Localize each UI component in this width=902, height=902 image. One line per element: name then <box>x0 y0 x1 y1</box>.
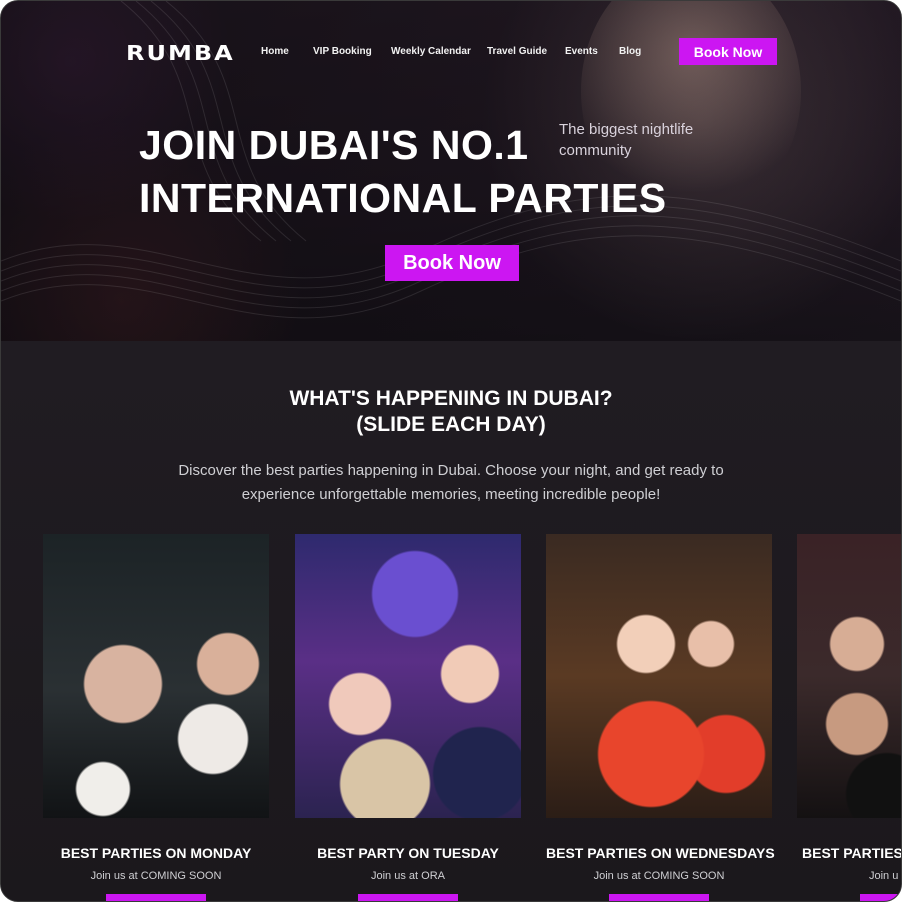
card-subtitle: Join u <box>869 870 899 882</box>
party-card-tuesday[interactable]: BEST PARTY ON TUESDAY Join us at ORA <box>295 534 521 901</box>
card-subtitle: Join us at ORA <box>371 870 445 882</box>
party-photo[interactable] <box>546 534 772 818</box>
nav-book-now-button[interactable]: Book Now <box>679 38 777 65</box>
brand-logo[interactable]: RUMBA <box>126 41 235 65</box>
hero-book-now-button[interactable]: Book Now <box>385 245 519 281</box>
section-title-line-1: WHAT'S HAPPENING IN DUBAI? <box>289 387 613 410</box>
card-button[interactable] <box>609 894 709 901</box>
card-title: BEST PARTY ON TUESDAY <box>317 845 499 861</box>
card-button[interactable] <box>860 894 901 901</box>
main-nav: Home VIP Booking Weekly Calendar Travel … <box>261 46 659 57</box>
party-photo[interactable] <box>797 534 901 818</box>
nav-item-weekly-calendar[interactable]: Weekly Calendar <box>391 46 487 57</box>
party-photo[interactable] <box>43 534 269 818</box>
nav-item-home[interactable]: Home <box>261 46 313 57</box>
card-button[interactable] <box>358 894 458 901</box>
page-frame: RUMBA Home VIP Booking Weekly Calendar T… <box>0 0 902 902</box>
carousel-peek: BEST PARTIES Join u <box>797 534 901 901</box>
party-card-wednesday[interactable]: BEST PARTIES ON WEDNESDAYS Join us at CO… <box>546 534 775 901</box>
section-title: WHAT'S HAPPENING IN DUBAI? (SLIDE EACH D… <box>1 386 901 438</box>
hero-title-line-2: INTERNATIONAL PARTIES <box>139 175 667 221</box>
nav-item-travel-guide[interactable]: Travel Guide <box>487 46 565 57</box>
card-button[interactable] <box>106 894 206 901</box>
section-description: Discover the best parties happening in D… <box>178 462 724 503</box>
nav-item-events[interactable]: Events <box>565 46 619 57</box>
card-subtitle: Join us at COMING SOON <box>90 870 222 882</box>
hero-section: RUMBA Home VIP Booking Weekly Calendar T… <box>1 1 901 341</box>
party-card-next[interactable]: BEST PARTIES Join u <box>797 534 901 901</box>
section-title-line-2: (SLIDE EACH DAY) <box>356 413 546 436</box>
card-title: BEST PARTIES <box>802 845 901 861</box>
party-photo[interactable] <box>295 534 521 818</box>
hero-subtitle: The biggest nightlife community <box>559 121 694 159</box>
whats-happening-section: WHAT'S HAPPENING IN DUBAI? (SLIDE EACH D… <box>1 341 901 901</box>
card-title: BEST PARTIES ON WEDNESDAYS <box>546 845 775 861</box>
card-subtitle: Join us at COMING SOON <box>593 870 725 882</box>
nav-item-vip-booking[interactable]: VIP Booking <box>313 46 391 57</box>
party-card-monday[interactable]: BEST PARTIES ON MONDAY Join us at COMING… <box>43 534 269 901</box>
card-title: BEST PARTIES ON MONDAY <box>60 845 252 861</box>
nav-item-blog[interactable]: Blog <box>619 46 659 57</box>
